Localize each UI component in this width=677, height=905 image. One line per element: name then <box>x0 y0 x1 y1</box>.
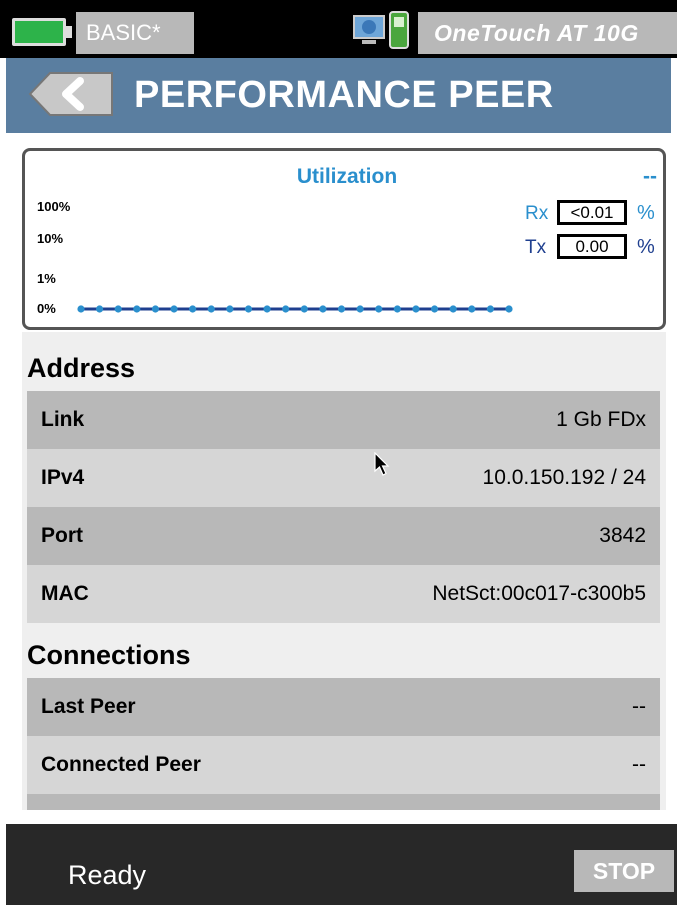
bottom-bar: Ready STOP <box>6 824 677 905</box>
y-tick-1: 1% <box>37 271 56 286</box>
tx-value: 0.00 <box>557 234 627 259</box>
rx-value: <0.01 <box>557 200 627 225</box>
utilization-point <box>300 305 308 313</box>
rx-unit: % <box>637 202 655 224</box>
device-name: OneTouch AT 10G <box>418 12 677 54</box>
utilization-point <box>263 305 271 313</box>
utilization-point <box>114 305 122 313</box>
utilization-panel: Utilization -- 100% 10% 1% 0% Rx <0.01 %… <box>22 148 666 330</box>
utilization-point <box>133 305 141 313</box>
battery-full-icon <box>12 18 66 46</box>
row-value: NetSct:00c017-c300b5 <box>432 582 646 605</box>
address-row-mac[interactable]: MAC NetSct:00c017-c300b5 <box>27 565 660 623</box>
connections-row-connected-peer[interactable]: Connected Peer -- <box>27 736 660 794</box>
row-value: 3842 <box>599 524 646 547</box>
row-label: MAC <box>41 582 89 605</box>
utilization-point <box>375 305 383 313</box>
utilization-point <box>430 305 439 313</box>
connections-row-last-peer[interactable]: Last Peer -- <box>27 678 660 736</box>
utilization-point <box>505 305 513 313</box>
rx-label: Rx <box>525 203 549 224</box>
tx-unit: % <box>637 236 655 258</box>
address-row-ipv4[interactable]: IPv4 10.0.150.192 / 24 <box>27 449 660 507</box>
row-label: Link <box>41 408 85 431</box>
address-heading: Address <box>27 353 136 383</box>
utilization-point <box>337 305 346 313</box>
row-label: Last Peer <box>41 695 136 718</box>
connections-row-partial[interactable] <box>27 794 660 810</box>
utilization-point <box>151 305 160 313</box>
status-bar: BASIC* OneTouch AT 10G <box>0 0 677 58</box>
utilization-point <box>486 305 494 313</box>
row-label: Port <box>41 524 83 547</box>
y-tick-0: 0% <box>37 301 56 316</box>
utilization-title: Utilization <box>296 165 398 188</box>
back-arrow-icon[interactable] <box>28 71 114 117</box>
tester-connection-icon[interactable] <box>352 10 414 52</box>
utilization-point <box>356 305 364 313</box>
row-value: -- <box>632 753 646 776</box>
utilization-point <box>207 305 215 313</box>
y-tick-100: 100% <box>37 199 71 214</box>
mouse-pointer-icon <box>374 452 390 476</box>
utilization-point <box>393 305 401 313</box>
utilization-corner-value: -- <box>643 165 657 188</box>
utilization-point <box>468 305 476 313</box>
utilization-history-graph <box>77 305 513 313</box>
utilization-point <box>96 305 104 313</box>
profile-badge[interactable]: BASIC* <box>76 12 194 54</box>
y-tick-10: 10% <box>37 231 64 246</box>
status-text: Ready <box>68 860 147 890</box>
utilization-point <box>226 305 234 313</box>
row-value: -- <box>632 695 646 718</box>
utilization-point <box>77 305 85 313</box>
utilization-point <box>319 305 327 313</box>
row-label: IPv4 <box>41 466 85 489</box>
address-row-port[interactable]: Port 3842 <box>27 507 660 565</box>
stop-button[interactable]: STOP <box>574 850 674 892</box>
tx-label: Tx <box>525 237 547 258</box>
page-title: PERFORMANCE PEER <box>134 74 554 116</box>
title-bar: PERFORMANCE PEER <box>6 58 671 133</box>
utilization-point <box>282 305 290 313</box>
address-row-link[interactable]: Link 1 Gb FDx <box>27 391 660 449</box>
utilization-point <box>189 305 197 313</box>
utilization-point <box>412 305 420 313</box>
row-value: 1 Gb FDx <box>556 408 646 431</box>
utilization-point <box>449 305 457 313</box>
battery-tip <box>66 26 72 38</box>
utilization-point <box>170 305 178 313</box>
utilization-point <box>244 305 253 313</box>
row-value: 10.0.150.192 / 24 <box>482 466 646 489</box>
connections-heading: Connections <box>27 640 191 670</box>
row-label: Connected Peer <box>41 753 201 776</box>
